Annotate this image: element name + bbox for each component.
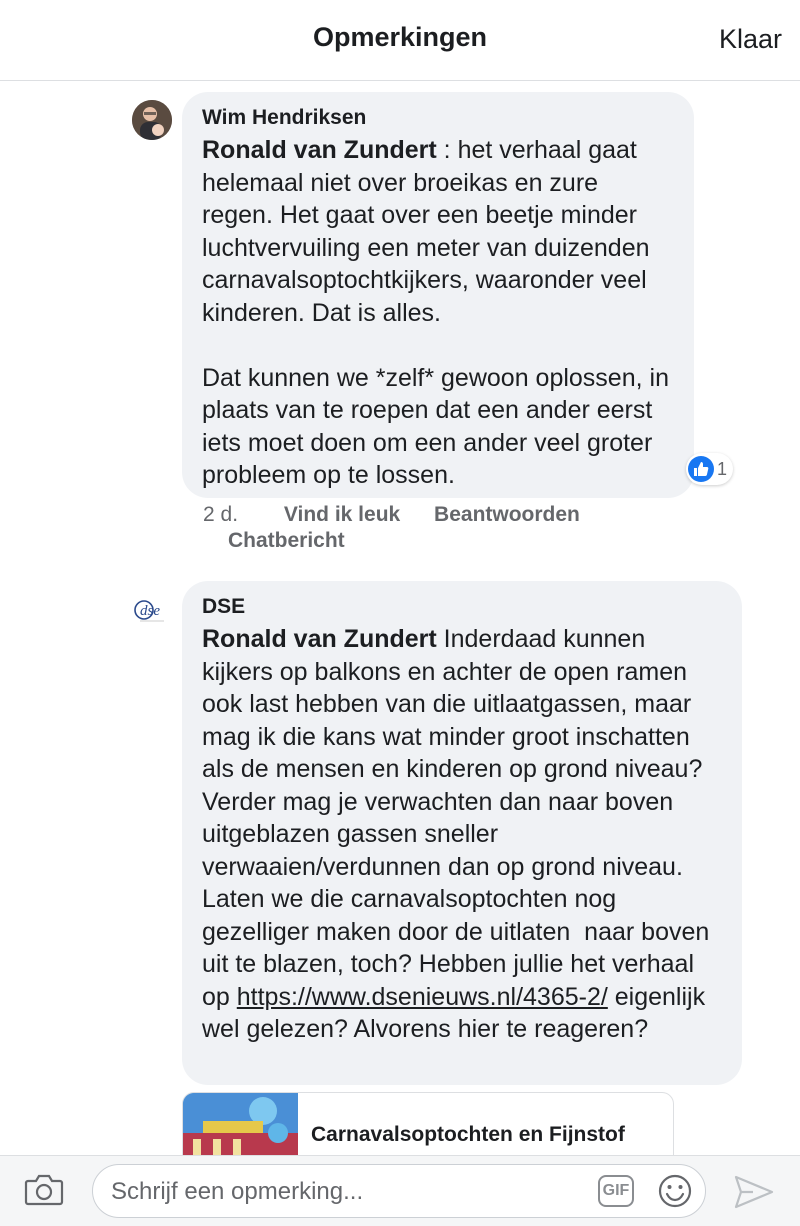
comment-composer: Schrijf een opmerking... GIF bbox=[0, 1155, 800, 1226]
preview-thumbnail bbox=[183, 1093, 298, 1163]
comment-time: 2 d. bbox=[203, 503, 239, 526]
like-button[interactable]: Vind ik leuk bbox=[284, 503, 400, 527]
mention-link[interactable]: Ronald van Zundert bbox=[202, 136, 437, 164]
preview-title: Carnavalsoptochten en Fijnstof bbox=[311, 1123, 625, 1146]
mention-link[interactable]: Ronald van Zundert bbox=[202, 625, 437, 653]
comment-text: Ronald van Zundert Inderdaad kunnen kijk… bbox=[202, 623, 722, 1046]
comment-bubble[interactable]: Wim Hendriksen Ronald van Zundert : het … bbox=[182, 92, 694, 498]
comment-body: Inderdaad kunnen kijkers op balkons en a… bbox=[202, 625, 717, 1011]
reaction-count: 1 bbox=[717, 458, 728, 479]
smiley-icon[interactable] bbox=[657, 1173, 693, 1209]
user-photo-icon bbox=[132, 100, 172, 140]
gif-button[interactable]: GIF bbox=[598, 1175, 634, 1207]
avatar[interactable]: dse bbox=[132, 590, 172, 630]
comment-text: Ronald van Zundert : het verhaal gaat he… bbox=[202, 134, 674, 492]
comment-input[interactable]: Schrijf een opmerking... GIF bbox=[92, 1164, 706, 1218]
link-preview-card[interactable]: Carnavalsoptochten en Fijnstof bbox=[182, 1092, 674, 1164]
thumbs-up-icon bbox=[688, 456, 714, 482]
comment-bubble[interactable]: DSE Ronald van Zundert Inderdaad kunnen … bbox=[182, 581, 742, 1085]
article-link[interactable]: https://www.dsenieuws.nl/4365-2/ bbox=[237, 983, 608, 1011]
reaction-summary[interactable]: 1 bbox=[686, 453, 734, 485]
dse-logo-icon: dse bbox=[132, 590, 172, 630]
done-button[interactable]: Klaar bbox=[719, 24, 782, 55]
page-title: Opmerkingen bbox=[312, 22, 488, 52]
comment-actions: 2 d. Vind ik leuk Beantwoorden bbox=[203, 503, 580, 527]
comment-body: : het verhaal gaat helemaal niet over br… bbox=[202, 136, 669, 489]
camera-icon[interactable] bbox=[24, 1172, 64, 1208]
comment-author[interactable]: Wim Hendriksen bbox=[202, 106, 674, 130]
avatar[interactable] bbox=[132, 100, 172, 140]
comment-author[interactable]: DSE bbox=[202, 595, 722, 619]
svg-text:dse: dse bbox=[140, 603, 160, 619]
input-placeholder: Schrijf een opmerking... bbox=[111, 1178, 364, 1205]
send-icon[interactable] bbox=[733, 1174, 775, 1210]
reply-button[interactable]: Beantwoorden bbox=[434, 503, 580, 527]
message-button[interactable]: Chatbericht bbox=[228, 529, 345, 553]
header-bar: Opmerkingen Klaar bbox=[0, 0, 800, 81]
